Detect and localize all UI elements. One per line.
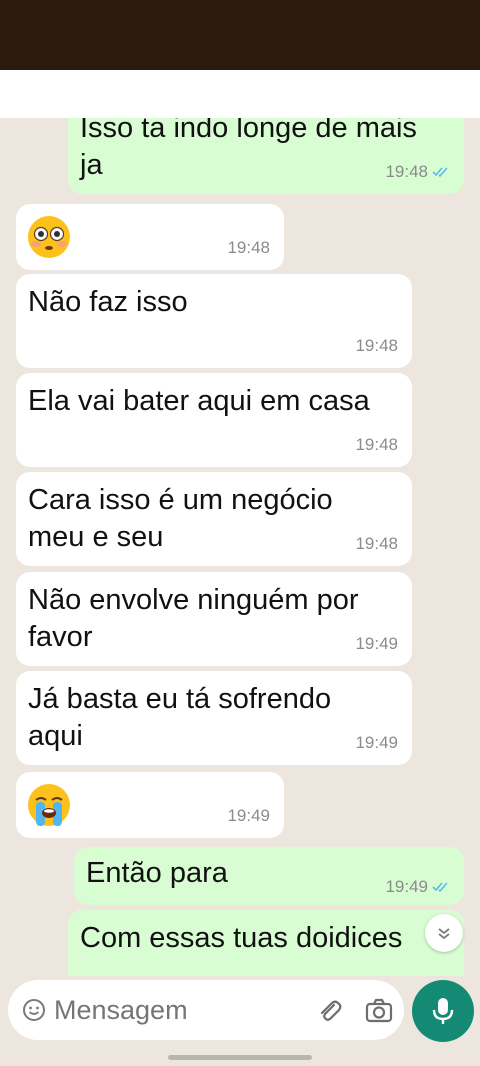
message-time: 19:49 bbox=[355, 733, 398, 752]
message-composer[interactable] bbox=[8, 980, 404, 1040]
smile-icon[interactable] bbox=[22, 998, 46, 1022]
message-time: 19:49 bbox=[227, 806, 270, 825]
message-text: Isso ta indo longe de mais ja bbox=[80, 118, 417, 181]
double-tick-icon bbox=[432, 882, 448, 893]
message-input[interactable] bbox=[54, 993, 294, 1027]
message-text: Então para bbox=[86, 857, 228, 889]
message-meta: 19:49 bbox=[385, 877, 450, 897]
message-meta: 19:48 bbox=[227, 238, 270, 258]
message-text: Cara isso é um negócio meu e seu bbox=[28, 484, 333, 553]
chat-header bbox=[0, 70, 480, 118]
message-meta: 19:49 bbox=[355, 733, 398, 753]
message-time: 19:48 bbox=[355, 435, 398, 454]
attach-icon[interactable] bbox=[314, 996, 344, 1026]
message-text: Com essas tuas doidices bbox=[80, 922, 403, 954]
message-outgoing[interactable]: Com essas tuas doidices bbox=[68, 910, 464, 976]
message-meta: 19:48 bbox=[355, 534, 398, 554]
message-text: Já basta eu tá sofrendo aqui bbox=[28, 683, 332, 752]
message-meta: 19:48 bbox=[385, 162, 450, 182]
message-incoming[interactable]: Ela vai bater aqui em casa 19:48 bbox=[16, 373, 412, 467]
message-meta: 19:49 bbox=[227, 806, 270, 826]
message-outgoing[interactable]: Então para 19:49 bbox=[74, 847, 464, 905]
message-incoming[interactable]: 19:49 bbox=[16, 772, 284, 838]
double-tick-icon bbox=[432, 167, 448, 178]
message-meta: 19:48 bbox=[355, 435, 398, 455]
message-time: 19:48 bbox=[355, 336, 398, 355]
message-text: Não faz isso bbox=[28, 286, 188, 318]
message-time: 19:49 bbox=[385, 877, 428, 896]
loudly-crying-face-emoji bbox=[28, 784, 70, 826]
message-time: 19:48 bbox=[385, 162, 428, 181]
message-meta: 19:49 bbox=[355, 634, 398, 654]
message-time: 19:48 bbox=[355, 534, 398, 553]
message-time: 19:48 bbox=[227, 238, 270, 257]
home-indicator bbox=[168, 1055, 312, 1060]
message-outgoing[interactable]: Isso ta indo longe de mais ja 19:48 bbox=[68, 118, 464, 194]
camera-icon[interactable] bbox=[364, 996, 394, 1026]
message-incoming[interactable]: Já basta eu tá sofrendo aqui 19:49 bbox=[16, 671, 412, 765]
chat-area[interactable]: Isso ta indo longe de mais ja 19:48 19:4… bbox=[0, 118, 480, 976]
message-incoming[interactable]: Não faz isso 19:48 bbox=[16, 274, 412, 368]
chevron-down-icon bbox=[438, 928, 450, 940]
mic-icon bbox=[432, 998, 454, 1024]
flushed-face-emoji bbox=[28, 216, 70, 258]
message-text: Ela vai bater aqui em casa bbox=[28, 385, 370, 417]
voice-message-button[interactable] bbox=[412, 980, 474, 1042]
message-meta: 19:48 bbox=[355, 336, 398, 356]
message-incoming[interactable]: Não envolve ninguém por favor 19:49 bbox=[16, 572, 412, 666]
scroll-to-bottom-button[interactable] bbox=[425, 914, 463, 952]
message-incoming[interactable]: 19:48 bbox=[16, 204, 284, 270]
message-incoming[interactable]: Cara isso é um negócio meu e seu 19:48 bbox=[16, 472, 412, 566]
message-text: Não envolve ninguém por favor bbox=[28, 584, 359, 653]
status-bar bbox=[0, 0, 480, 70]
message-time: 19:49 bbox=[355, 634, 398, 653]
